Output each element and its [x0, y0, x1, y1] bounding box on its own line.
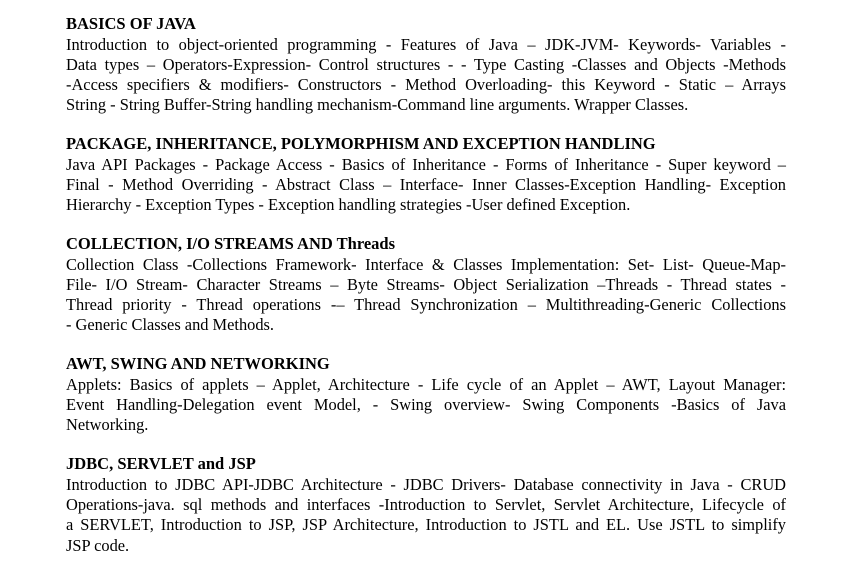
section-body: Applets: Basics of applets – Applet, Arc… — [66, 375, 786, 436]
body-line: Thread priority - Thread operations -– T… — [66, 295, 786, 315]
body-line: File- I/O Stream- Character Streams – By… — [66, 274, 786, 294]
section-package-inheritance: PACKAGE, INHERITANCE, POLYMORPHISM AND E… — [66, 134, 786, 215]
body-line: Data types – Operators-Expression- Contr… — [66, 54, 786, 74]
body-line: Collection Class -Collections Framework-… — [66, 254, 786, 274]
section-body: Collection Class -Collections Framework-… — [66, 255, 786, 336]
body-line: Final - Method Overriding - Abstract Cla… — [66, 174, 786, 194]
body-line: - Generic Classes and Methods. — [66, 315, 275, 335]
body-line: Hierarchy - Exception Types - Exception … — [66, 195, 631, 215]
body-line: Introduction to object-oriented programm… — [66, 34, 786, 54]
section-awt-swing-networking: AWT, SWING AND NETWORKING Applets: Basic… — [66, 354, 786, 435]
body-line: a SERVLET, Introduction to JSP, JSP Arch… — [66, 515, 786, 535]
section-title: PACKAGE, INHERITANCE, POLYMORPHISM AND E… — [66, 134, 656, 154]
syllabus-document: BASICS OF JAVA Introduction to object-or… — [66, 14, 786, 574]
body-line: Applets: Basics of applets – Applet, Arc… — [66, 374, 786, 394]
section-jdbc-servlet-jsp: JDBC, SERVLET and JSP Introduction to JD… — [66, 454, 786, 556]
section-title: JDBC, SERVLET and JSP — [66, 454, 256, 474]
body-line: Introduction to JDBC API-JDBC Architectu… — [66, 474, 786, 494]
section-basics-of-java: BASICS OF JAVA Introduction to object-or… — [66, 14, 786, 116]
section-body: Introduction to object-oriented programm… — [66, 35, 786, 116]
section-body: Java API Packages - Package Access - Bas… — [66, 155, 786, 216]
body-line: -Access specifiers & modifiers- Construc… — [66, 75, 786, 95]
section-title: COLLECTION, I/O STREAMS AND Threads — [66, 234, 396, 254]
body-line: Java API Packages - Package Access - Bas… — [66, 154, 786, 174]
body-line: JSP code. — [66, 535, 130, 555]
body-line: String - String Buffer-String handling m… — [66, 95, 689, 115]
section-body: Introduction to JDBC API-JDBC Architectu… — [66, 475, 786, 556]
section-title: BASICS OF JAVA — [66, 14, 196, 33]
body-line: Event Handling-Delegation event Model, -… — [66, 395, 786, 415]
section-title: AWT, SWING AND NETWORKING — [66, 354, 330, 374]
body-line: Operations-java. sql methods and interfa… — [66, 494, 786, 514]
section-collection-io-threads: COLLECTION, I/O STREAMS AND Threads Coll… — [66, 234, 786, 336]
body-line: Networking. — [66, 415, 149, 435]
